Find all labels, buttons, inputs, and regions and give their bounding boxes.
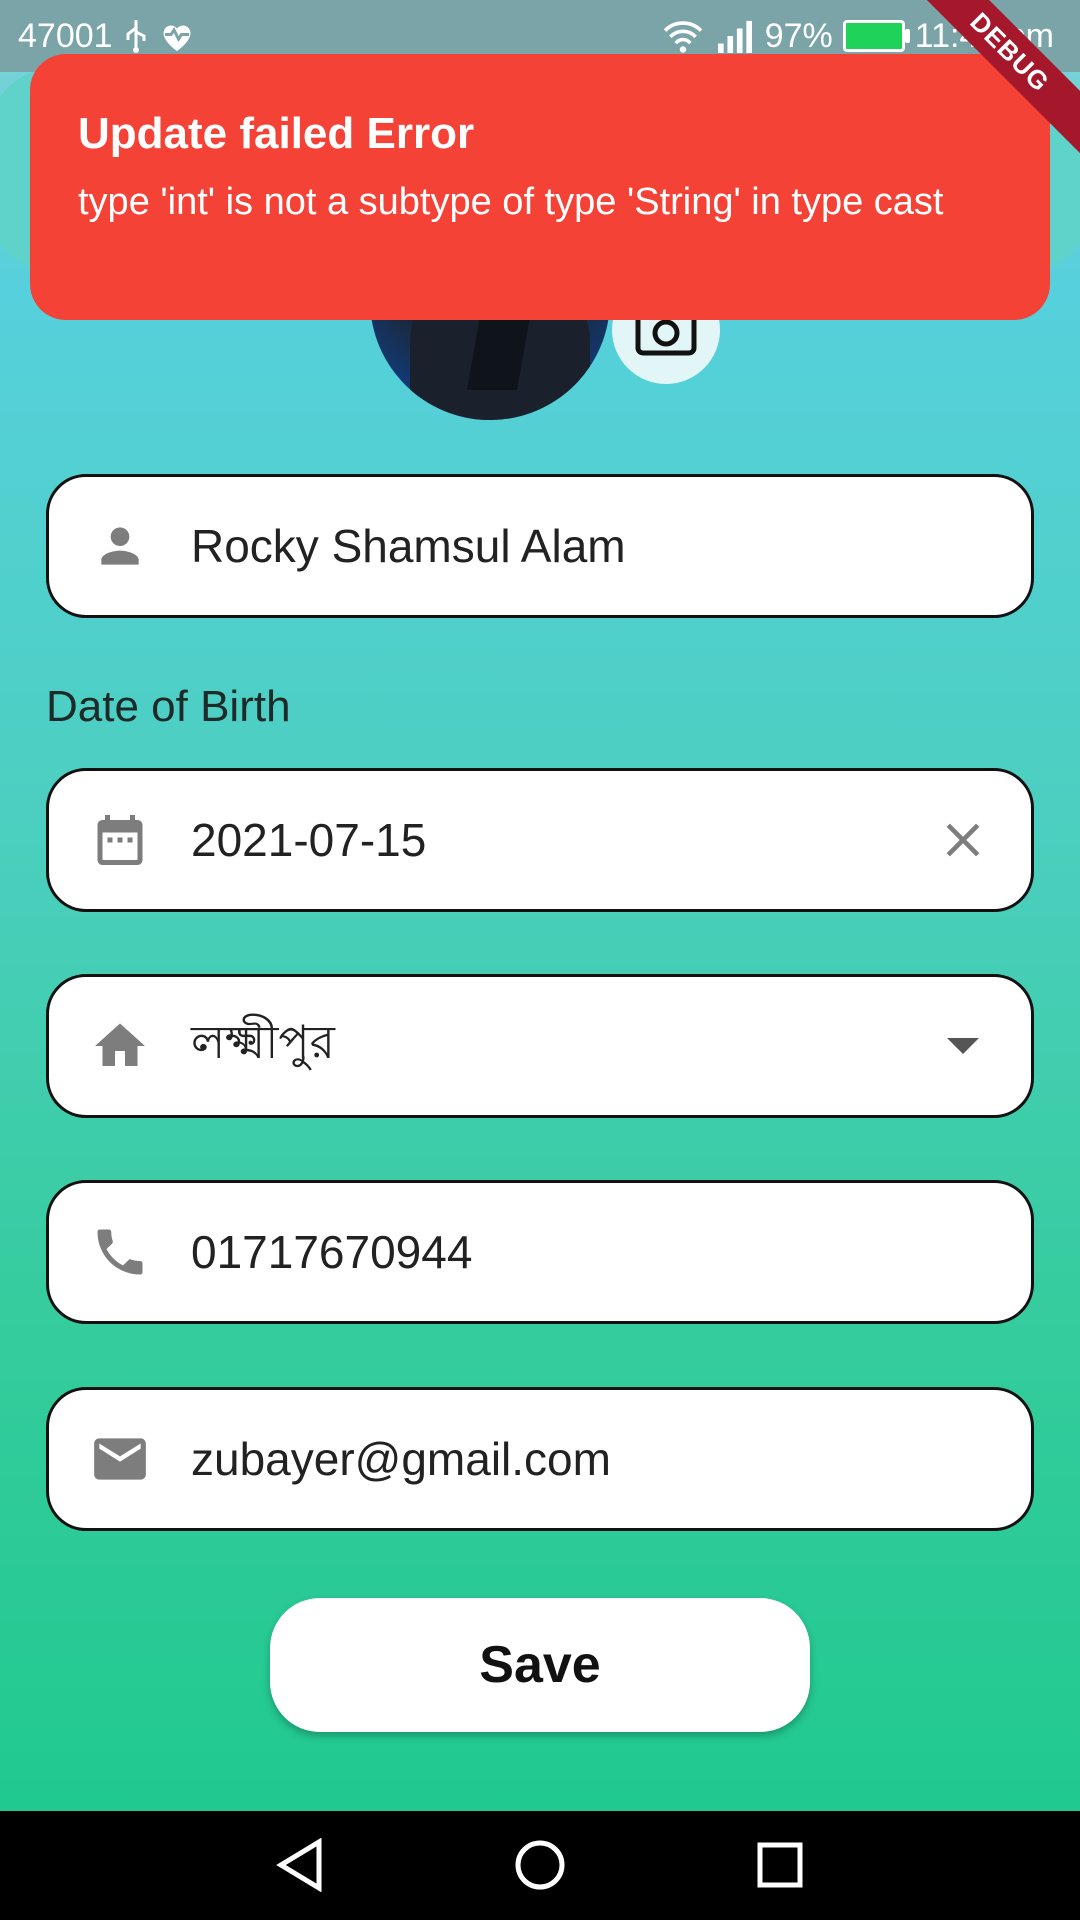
snackbar-message: type 'int' is not a subtype of type 'Str… xyxy=(78,181,944,223)
phone-field[interactable]: 01717670944 xyxy=(46,1180,1034,1324)
back-triangle-icon xyxy=(276,1838,322,1892)
dob-label: Date of Birth xyxy=(46,682,291,731)
error-snackbar[interactable]: Update failed Error type 'int' is not a … xyxy=(30,54,1050,320)
recents-button[interactable] xyxy=(748,1833,812,1897)
phone-icon xyxy=(89,1221,151,1283)
recents-square-icon xyxy=(757,1842,803,1888)
snackbar-title: Update failed Error xyxy=(78,109,475,158)
wifi-icon xyxy=(663,21,702,53)
name-value[interactable]: Rocky Shamsul Alam xyxy=(191,519,626,573)
dob-value[interactable]: 2021-07-15 xyxy=(191,813,426,867)
clear-date-button[interactable] xyxy=(935,812,991,868)
dob-field[interactable]: 2021-07-15 xyxy=(46,768,1034,912)
chevron-down-icon xyxy=(947,1038,979,1054)
calendar-icon xyxy=(89,809,151,871)
email-field[interactable]: zubayer@gmail.com xyxy=(46,1387,1034,1531)
back-button[interactable] xyxy=(268,1833,332,1897)
home-circle-icon xyxy=(515,1840,565,1890)
save-button[interactable]: Save xyxy=(270,1598,810,1732)
signal-icon xyxy=(717,20,752,53)
person-icon xyxy=(89,515,151,577)
phone-value[interactable]: 01717670944 xyxy=(191,1225,472,1279)
home-icon xyxy=(89,1015,151,1077)
heart-pulse-icon xyxy=(163,25,191,51)
name-field[interactable]: Rocky Shamsul Alam xyxy=(46,474,1034,618)
district-value: লক্ষ্মীপুর xyxy=(191,1016,335,1068)
usb-icon xyxy=(126,20,146,53)
status-left-text: 47001 xyxy=(18,17,113,55)
mail-icon xyxy=(89,1428,151,1490)
email-value[interactable]: zubayer@gmail.com xyxy=(191,1432,611,1486)
close-icon xyxy=(946,823,980,857)
battery-percent: 97% xyxy=(764,17,833,55)
battery-charging-icon xyxy=(842,20,910,52)
district-dropdown[interactable]: লক্ষ্মীপুর xyxy=(46,974,1034,1118)
dropdown-arrow[interactable] xyxy=(935,1018,991,1074)
profile-screen: Rocky Shamsul Alam Date of Birth 2021-07… xyxy=(0,0,1080,1811)
navigation-bar xyxy=(0,1811,1080,1920)
home-nav-button[interactable] xyxy=(508,1833,572,1897)
